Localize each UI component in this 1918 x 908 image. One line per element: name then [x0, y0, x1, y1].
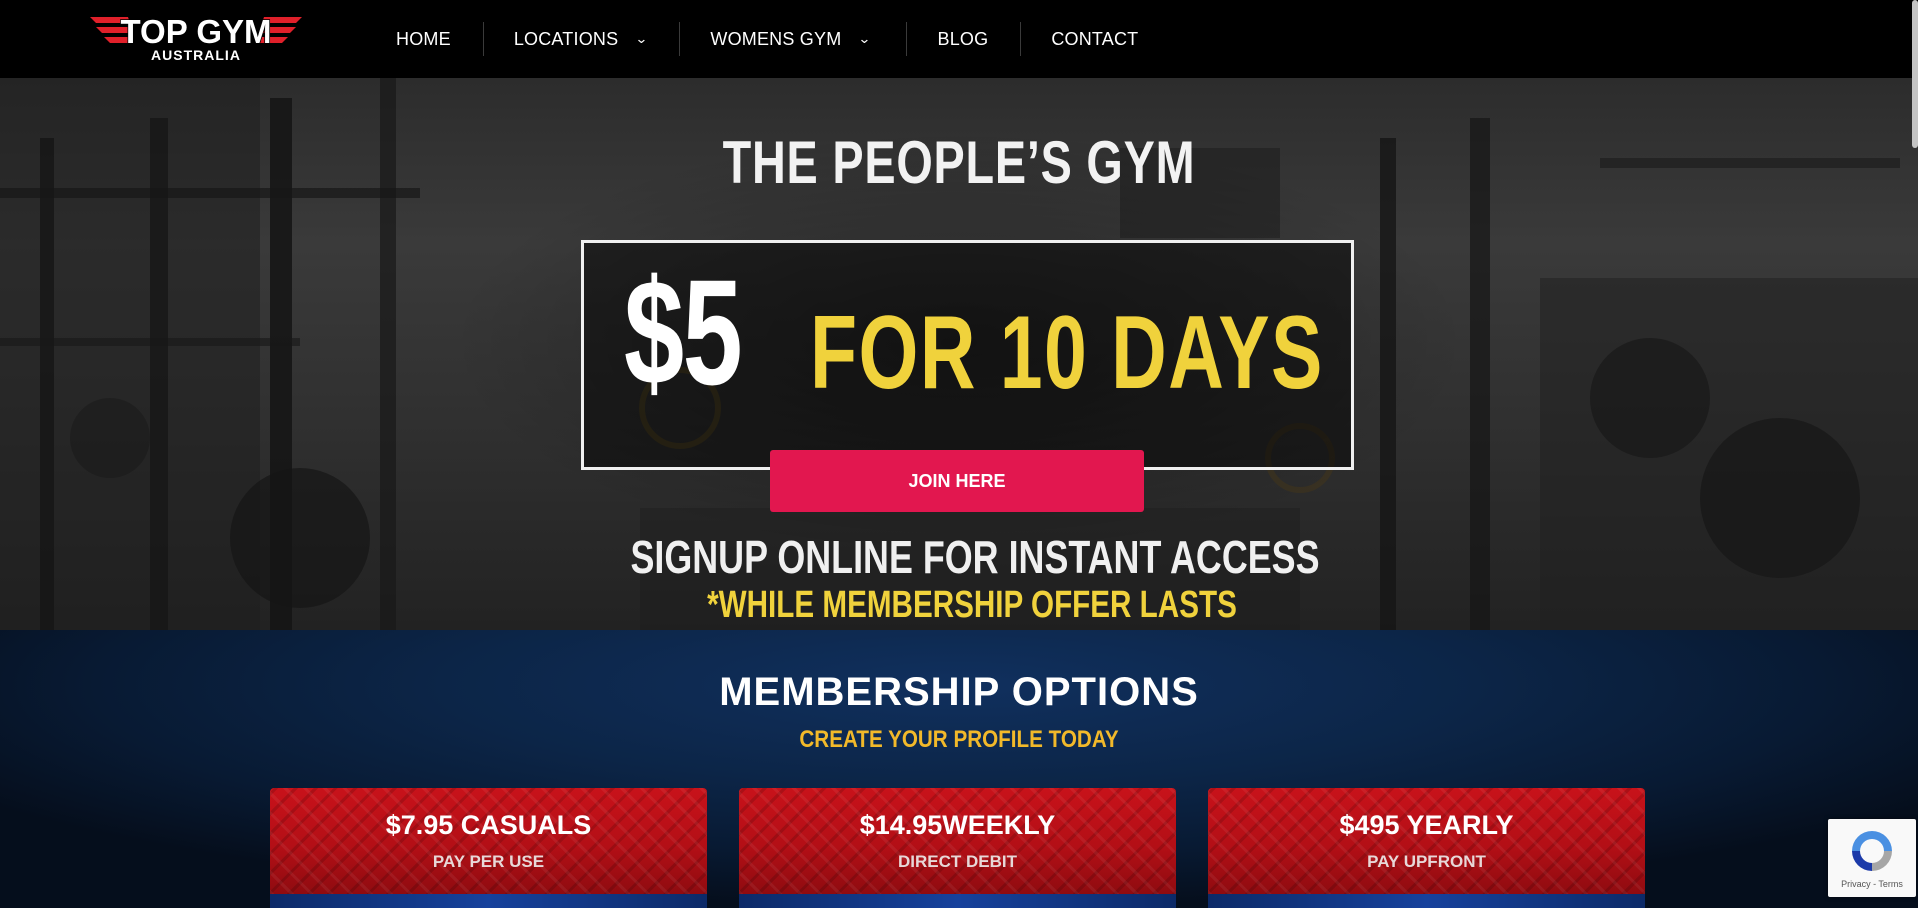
nav-contact-label: CONTACT — [1051, 28, 1139, 49]
nav-blog-label: BLOG — [937, 28, 989, 49]
chevron-down-icon[interactable]: ⌄ — [858, 31, 871, 47]
page-scrollbar[interactable] — [1912, 0, 1918, 148]
membership-section: MEMBERSHIP OPTIONS CREATE YOUR PROFILE T… — [0, 630, 1918, 908]
nav-womens-gym-label: WOMENS GYM — [710, 28, 842, 49]
membership-card-weekly[interactable]: $14.95WEEKLY DIRECT DEBIT — [739, 788, 1176, 908]
recaptcha-links[interactable]: Privacy - Terms — [1828, 879, 1916, 889]
membership-cards: $7.95 CASUALS PAY PER USE $14.95WEEKLY D… — [270, 788, 1646, 908]
card-title: $495 YEARLY — [1339, 810, 1514, 840]
hero-banner: THE PEOPLE’S GYM $5 FOR 10 DAYS JOIN HER… — [0, 78, 1918, 630]
membership-title: MEMBERSHIP OPTIONS — [719, 670, 1199, 714]
recaptcha-badge[interactable]: Privacy - Terms — [1828, 819, 1916, 897]
signup-text: SIGNUP ONLINE FOR INSTANT ACCESS — [630, 531, 1320, 583]
main-nav: HOME LOCATIONS ⌄ WOMENS GYM ⌄ BLOG CONTA… — [368, 0, 1138, 78]
card-header — [739, 788, 1176, 894]
card-title: $14.95WEEKLY — [859, 810, 1056, 840]
offer-box: $5 FOR 10 DAYS — [581, 240, 1354, 470]
membership-card-yearly[interactable]: $495 YEARLY PAY UPFRONT — [1208, 788, 1645, 908]
nav-locations-label: LOCATIONS — [513, 28, 619, 49]
nav-home-label: HOME — [396, 28, 451, 49]
site-header: TOP GYM AUSTRALIA HOME LOCATIONS ⌄ WOMEN… — [0, 0, 1918, 78]
hero-title: THE PEOPLE’S GYM — [722, 129, 1196, 196]
join-here-button[interactable]: JOIN HERE — [770, 450, 1144, 512]
membership-card-casuals[interactable]: $7.95 CASUALS PAY PER USE — [270, 788, 707, 908]
nav-contact[interactable]: CONTACT — [1021, 0, 1138, 78]
offer-note: *WHILE MEMBERSHIP OFFER LASTS — [707, 584, 1237, 626]
nav-womens-gym[interactable]: WOMENS GYM ⌄ — [680, 0, 906, 78]
top-gym-logo[interactable]: TOP GYM AUSTRALIA — [90, 13, 302, 65]
offer-text: FOR 10 DAYS — [810, 295, 1324, 411]
card-header — [270, 788, 707, 894]
offer-price: $5 — [624, 248, 743, 416]
nav-locations[interactable]: LOCATIONS ⌄ — [484, 0, 680, 78]
nav-home[interactable]: HOME — [368, 0, 483, 78]
card-subtitle: PAY UPFRONT — [1367, 852, 1486, 871]
membership-subtitle: CREATE YOUR PROFILE TODAY — [799, 726, 1119, 753]
svg-text:TOP GYM: TOP GYM — [121, 13, 272, 50]
card-body — [270, 894, 707, 908]
card-title: $7.95 CASUALS — [385, 810, 592, 840]
svg-text:AUSTRALIA: AUSTRALIA — [151, 47, 241, 63]
card-header — [1208, 788, 1645, 894]
card-subtitle: DIRECT DEBIT — [898, 852, 1017, 871]
card-body — [1208, 894, 1645, 908]
card-subtitle: PAY PER USE — [432, 852, 545, 871]
card-body — [739, 894, 1176, 908]
nav-blog[interactable]: BLOG — [907, 0, 1020, 78]
recaptcha-icon — [1852, 831, 1892, 871]
chevron-down-icon[interactable]: ⌄ — [635, 31, 648, 47]
